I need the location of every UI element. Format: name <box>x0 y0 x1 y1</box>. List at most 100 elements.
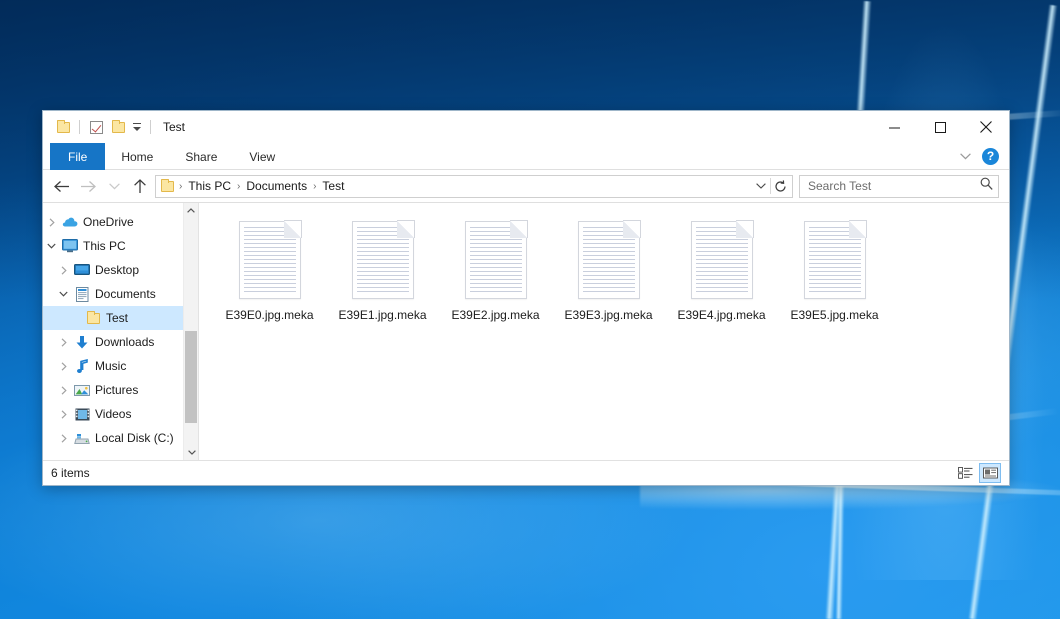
blank-document-icon <box>804 221 866 299</box>
back-button[interactable] <box>49 173 75 199</box>
blank-document-icon <box>465 221 527 299</box>
search-icon[interactable] <box>980 177 993 195</box>
sidebar-label-videos: Videos <box>95 407 131 421</box>
desktop-icon <box>72 258 92 282</box>
file-name: E39E2.jpg.meka <box>451 308 539 322</box>
chevron-down-icon[interactable] <box>55 282 72 306</box>
chevron-right-icon[interactable] <box>43 210 60 234</box>
tab-share[interactable]: Share <box>169 143 233 170</box>
properties-icon[interactable] <box>85 116 107 138</box>
scroll-up-icon[interactable] <box>184 203 198 218</box>
breadcrumb-folder-icon <box>161 181 174 192</box>
sidebar-label-desktop: Desktop <box>95 263 139 277</box>
list-item[interactable]: E39E3.jpg.meka <box>552 217 665 322</box>
cloud-icon <box>60 210 80 234</box>
view-buttons <box>954 463 1001 483</box>
document-icon <box>72 282 92 306</box>
details-view-button[interactable] <box>954 463 976 483</box>
status-bar: 6 items <box>43 460 1009 485</box>
list-item[interactable]: E39E0.jpg.meka <box>213 217 326 322</box>
sidebar-scrollbar[interactable] <box>183 203 198 460</box>
chevron-right-icon[interactable] <box>55 402 72 426</box>
tab-file[interactable]: File <box>50 143 105 170</box>
scrollbar-thumb[interactable] <box>185 331 197 423</box>
sidebar-item-pictures[interactable]: Pictures <box>43 378 198 402</box>
sidebar-item-documents[interactable]: Documents <box>43 282 198 306</box>
customize-caret-icon[interactable] <box>129 123 145 131</box>
chevron-right-icon[interactable] <box>55 426 72 450</box>
download-icon <box>72 330 92 354</box>
sidebar-item-local-disk[interactable]: Local Disk (C:) <box>43 426 198 450</box>
new-folder-icon[interactable] <box>107 116 129 138</box>
pictures-icon <box>72 378 92 402</box>
breadcrumb-test[interactable]: Test <box>317 179 349 193</box>
sidebar-item-onedrive[interactable]: OneDrive <box>43 210 198 234</box>
window-body: OneDrive This PC <box>43 202 1009 460</box>
forward-button[interactable] <box>75 173 101 199</box>
monitor-icon <box>60 234 80 258</box>
sidebar-label-music: Music <box>95 359 126 373</box>
sidebar-label-onedrive: OneDrive <box>83 215 134 229</box>
desktop-background: Test File Home Share View <box>0 0 1060 619</box>
list-item[interactable]: E39E4.jpg.meka <box>665 217 778 322</box>
list-item[interactable]: E39E5.jpg.meka <box>778 217 891 322</box>
minimize-button[interactable] <box>871 111 917 143</box>
list-item[interactable]: E39E1.jpg.meka <box>326 217 439 322</box>
blank-document-icon <box>578 221 640 299</box>
recent-locations-button[interactable] <box>101 173 127 199</box>
sidebar-label-test: Test <box>106 311 128 325</box>
window-title: Test <box>163 120 185 134</box>
ribbon-right-controls: ? <box>954 143 1009 169</box>
breadcrumb-this-pc[interactable]: This PC <box>183 179 236 193</box>
breadcrumb[interactable]: › This PC › Documents › Test <box>155 175 793 198</box>
quick-access-toolbar <box>43 116 156 138</box>
breadcrumb-dropdown-icon[interactable] <box>751 176 770 197</box>
tab-home[interactable]: Home <box>105 143 169 170</box>
scroll-down-icon[interactable] <box>184 445 198 460</box>
folder-icon <box>83 306 103 330</box>
chevron-right-icon[interactable] <box>55 354 72 378</box>
window-controls <box>871 111 1009 143</box>
file-name: E39E0.jpg.meka <box>225 308 313 322</box>
tab-view[interactable]: View <box>233 143 291 170</box>
help-icon[interactable]: ? <box>982 148 999 165</box>
refresh-icon[interactable] <box>771 176 790 197</box>
up-button[interactable] <box>127 173 153 199</box>
list-item[interactable]: E39E2.jpg.meka <box>439 217 552 322</box>
sidebar-item-test[interactable]: Test <box>43 306 198 330</box>
search-input[interactable]: Search Test <box>799 175 999 198</box>
item-count: 6 items <box>51 466 90 480</box>
navigation-pane: OneDrive This PC <box>43 203 198 460</box>
file-list-area[interactable]: E39E0.jpg.meka E39E1.jpg.meka E39E2.jpg.… <box>199 203 1009 460</box>
address-bar-row: › This PC › Documents › Test <box>43 170 1009 202</box>
folder-icon[interactable] <box>52 116 74 138</box>
large-icons-view-button[interactable] <box>979 463 1001 483</box>
search-placeholder: Search Test <box>808 179 980 193</box>
sidebar-item-videos[interactable]: Videos <box>43 402 198 426</box>
sidebar-label-downloads: Downloads <box>95 335 154 349</box>
blank-document-icon <box>352 221 414 299</box>
sidebar-item-desktop[interactable]: Desktop <box>43 258 198 282</box>
title-bar: Test <box>43 111 1009 143</box>
file-name: E39E1.jpg.meka <box>338 308 426 322</box>
sidebar-item-downloads[interactable]: Downloads <box>43 330 198 354</box>
disk-icon <box>72 426 92 450</box>
breadcrumb-documents[interactable]: Documents <box>241 179 312 193</box>
file-name: E39E4.jpg.meka <box>677 308 765 322</box>
close-button[interactable] <box>963 111 1009 143</box>
sidebar-label-local-disk: Local Disk (C:) <box>95 431 174 445</box>
maximize-button[interactable] <box>917 111 963 143</box>
chevron-down-icon[interactable] <box>954 145 976 167</box>
music-icon <box>72 354 92 378</box>
sidebar-item-music[interactable]: Music <box>43 354 198 378</box>
chevron-right-icon[interactable] <box>55 378 72 402</box>
toolbar-divider <box>79 120 80 134</box>
chevron-down-icon[interactable] <box>43 234 60 258</box>
chevron-right-icon[interactable] <box>55 258 72 282</box>
blank-document-icon <box>239 221 301 299</box>
chevron-right-icon[interactable] <box>55 330 72 354</box>
sidebar-item-this-pc[interactable]: This PC <box>43 234 198 258</box>
sidebar-label-documents: Documents <box>95 287 156 301</box>
file-explorer-window: Test File Home Share View <box>42 110 1010 486</box>
sidebar-label-pictures: Pictures <box>95 383 138 397</box>
